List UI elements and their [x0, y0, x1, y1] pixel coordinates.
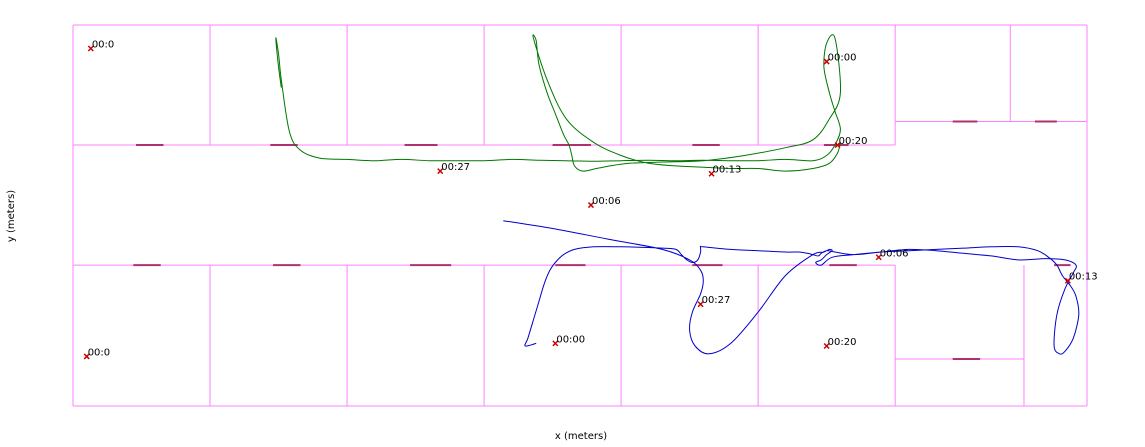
time-marker-4: 00:27	[437, 162, 470, 175]
time-marker-1: 00:06	[587, 196, 621, 209]
time-marker-7: 00:00	[552, 334, 585, 347]
y-axis-label: y (meters)	[6, 190, 17, 242]
markers-layer: 00:00 00:06 00:13 00:20 00:27 00:0 00:0 00:00 00…	[83, 39, 1098, 360]
walls-layer	[72, 24, 1088, 407]
time-marker-9: 00:13	[1064, 272, 1098, 284]
trajectory-line-1	[275, 34, 842, 172]
time-marker-5: 00:0	[87, 39, 114, 52]
timestamp-label: 00:27	[441, 162, 470, 173]
floorplan-trajectory-chart: 00:00 00:06 00:13 00:20 00:27 00:0 00:0 00:00 00…	[6, 24, 1098, 442]
timestamp-label: 00:06	[592, 196, 621, 207]
x-axis-label: x (meters)	[555, 431, 607, 442]
time-marker-8: 00:06	[875, 248, 909, 261]
time-marker-3: 00:20	[834, 136, 868, 149]
timestamp-label: 00:20	[839, 136, 868, 147]
time-marker-2: 00:13	[708, 165, 742, 177]
trajectories-layer	[275, 34, 1080, 355]
timestamp-label: 00:13	[713, 165, 742, 176]
time-marker-10: 00:20	[823, 337, 857, 350]
timestamp-label: 00:13	[1069, 272, 1098, 283]
time-marker-6: 00:0	[83, 347, 110, 360]
time-marker-11: 00:27	[697, 295, 731, 308]
timestamp-label: 00:20	[828, 337, 857, 348]
timestamp-label: 00:27	[702, 295, 731, 306]
timestamp-label: 00:0	[88, 347, 110, 358]
time-marker-0: 00:00	[823, 53, 857, 65]
doors-layer	[133, 120, 1071, 361]
timestamp-label: 00:06	[880, 248, 909, 259]
trajectory-line-2	[503, 220, 1080, 355]
timestamp-label: 00:0	[92, 39, 114, 50]
timestamp-label: 00:00	[828, 53, 857, 64]
timestamp-label: 00:00	[556, 334, 585, 345]
